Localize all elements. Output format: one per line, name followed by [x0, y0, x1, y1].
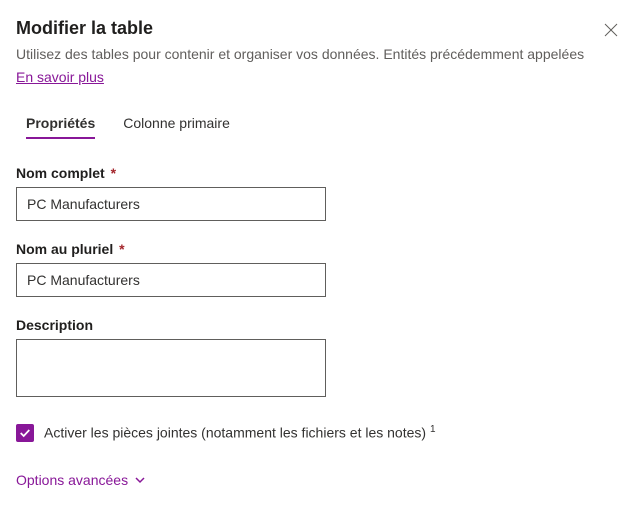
checkmark-icon [19, 427, 31, 439]
required-indicator: * [115, 241, 124, 257]
attachments-checkbox[interactable] [16, 424, 34, 442]
description-label: Description [16, 317, 623, 333]
display-name-label: Nom complet * [16, 165, 623, 181]
advanced-options-toggle[interactable]: Options avancées [16, 472, 623, 488]
close-icon [604, 23, 618, 37]
plural-name-input[interactable] [16, 263, 326, 297]
tab-properties[interactable]: Propriétés [26, 115, 95, 139]
chevron-down-icon [134, 474, 146, 486]
learn-more-link[interactable]: En savoir plus [16, 69, 104, 85]
plural-name-label: Nom au pluriel * [16, 241, 623, 257]
description-input[interactable] [16, 339, 326, 397]
close-button[interactable] [599, 18, 623, 42]
tab-primary-column[interactable]: Colonne primaire [123, 115, 230, 139]
attachments-label: Activer les pièces jointes (notamment le… [44, 424, 436, 441]
page-title: Modifier la table [16, 18, 153, 39]
display-name-input[interactable] [16, 187, 326, 221]
page-subtitle: Utilisez des tables pour contenir et org… [16, 45, 596, 65]
required-indicator: * [107, 165, 116, 181]
tabs: Propriétés Colonne primaire [26, 115, 623, 139]
advanced-options-label: Options avancées [16, 472, 128, 488]
